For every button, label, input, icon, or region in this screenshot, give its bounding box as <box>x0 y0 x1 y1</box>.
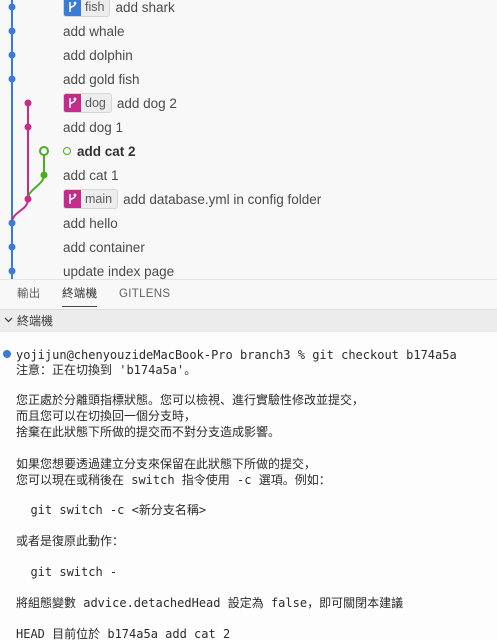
commit-row[interactable]: add gold fish <box>63 67 493 91</box>
commit-row[interactable]: add dolphin <box>63 43 493 67</box>
git-branch-icon <box>64 190 81 208</box>
commit-message: add dog 2 <box>116 95 177 111</box>
tab-output[interactable]: 輸出 <box>17 280 41 310</box>
commit-row[interactable]: fish add shark <box>63 0 493 19</box>
commit-message: add database.yml in config folder <box>123 191 322 207</box>
terminal-line: git switch - <box>16 565 118 579</box>
commit-node[interactable] <box>40 171 48 179</box>
terminal-line: 您正處於分離頭指標狀態。您可以檢視、進行實驗性修改並提交， <box>16 393 365 407</box>
terminal-line: 捨棄在此狀態下所做的提交而不對分支造成影響。 <box>16 425 281 439</box>
commit-row[interactable]: dog add dog 2 <box>63 91 493 115</box>
commit-node[interactable] <box>8 219 16 227</box>
commit-message: add cat 2 <box>77 143 136 159</box>
commit-node[interactable] <box>8 243 16 251</box>
commit-message: update index page <box>63 263 175 279</box>
commit-node[interactable] <box>8 27 16 35</box>
branch-badge[interactable]: main <box>63 189 119 209</box>
tab-terminal[interactable]: 終端機 <box>62 280 98 310</box>
commit-node[interactable] <box>8 3 16 11</box>
commit-message: add container <box>63 239 145 255</box>
commit-row[interactable]: add hello <box>63 211 493 235</box>
terminal-section-title: 終端機 <box>17 314 54 328</box>
command-status-dot <box>3 350 11 358</box>
commit-node-head[interactable] <box>39 146 49 156</box>
terminal-output[interactable]: yojijun@chenyouzideMacBook-Pro branch3 %… <box>0 332 497 640</box>
commit-message: add gold fish <box>63 71 140 87</box>
branch-line-dog <box>11 103 29 224</box>
terminal-line: 注意：正在切換到 'b174a5a'。 <box>16 363 197 377</box>
terminal-line: 將組態變數 advice.detachedHead 設定為 false，即可關閉… <box>16 596 404 610</box>
commit-node[interactable] <box>8 51 16 59</box>
branch-badge[interactable]: fish <box>63 0 111 17</box>
commit-message: add dog 1 <box>63 119 124 135</box>
commit-row[interactable]: update index page <box>63 259 493 279</box>
commit-message: add hello <box>63 215 118 231</box>
git-branch-icon <box>64 0 81 16</box>
commit-node[interactable] <box>24 99 32 107</box>
terminal-section-header[interactable]: 終端機 <box>0 309 497 332</box>
commit-row[interactable]: add container <box>63 235 493 259</box>
commit-row[interactable]: add cat 1 <box>63 163 493 187</box>
commit-node[interactable] <box>8 267 16 275</box>
terminal-command-line: yojijun@chenyouzideMacBook-Pro branch3 %… <box>16 348 457 362</box>
git-branch-icon <box>64 94 81 112</box>
head-indicator-icon <box>63 147 71 155</box>
commit-message: add dolphin <box>63 47 133 63</box>
terminal-line: 或者是復原此動作： <box>16 534 125 548</box>
commit-row[interactable]: main add database.yml in config folder <box>63 187 493 211</box>
commit-node[interactable] <box>8 75 16 83</box>
terminal-line: 如果您想要透過建立分支來保留在此狀態下所做的提交， <box>16 457 317 471</box>
commit-row-head[interactable]: add cat 2 <box>63 139 493 163</box>
terminal-line: 您可以現在或稍後在 switch 指令使用 -c 選項。例如： <box>16 473 331 487</box>
commit-row[interactable]: add whale <box>63 19 493 43</box>
chevron-down-icon[interactable] <box>4 317 13 323</box>
commit-row[interactable]: add dog 1 <box>63 115 493 139</box>
tab-gitlens[interactable]: GITLENS <box>119 280 170 310</box>
terminal-line: HEAD 目前位於 b174a5a add cat 2 <box>16 627 231 640</box>
commit-graph: fish add shark add whale add dolphin add… <box>0 0 497 279</box>
commit-node[interactable] <box>24 123 32 131</box>
terminal-line: git switch -c <新分支名稱> <box>16 503 207 517</box>
commit-message: add cat 1 <box>63 167 119 183</box>
panel-tab-bar: 輸出 終端機 GITLENS <box>0 279 497 310</box>
commit-node[interactable] <box>24 195 32 203</box>
branch-badge[interactable]: dog <box>63 93 112 113</box>
terminal-line: 而且您可以在切換回一個分支時， <box>16 409 197 423</box>
commit-message: add whale <box>63 23 125 39</box>
commit-message: add shark <box>115 0 175 15</box>
